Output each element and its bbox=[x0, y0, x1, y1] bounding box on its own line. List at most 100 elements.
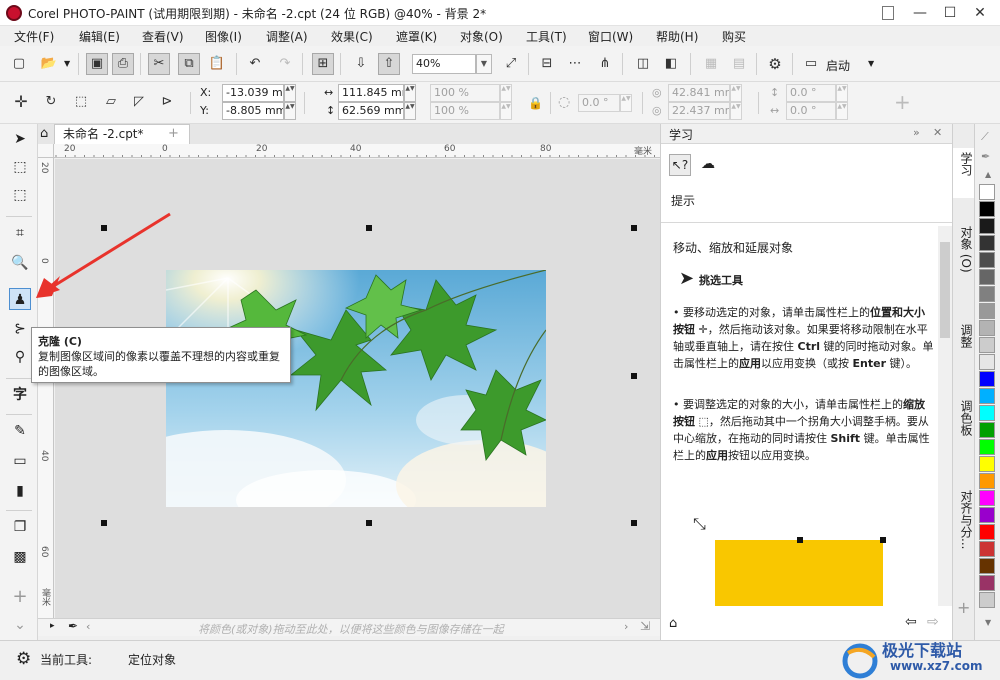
color-swatch[interactable] bbox=[979, 286, 995, 302]
scrollbar-thumb[interactable] bbox=[940, 242, 950, 338]
show-grid-icon[interactable]: ⋯ bbox=[564, 53, 586, 75]
leaf-image-object[interactable] bbox=[166, 270, 546, 507]
add-tool-icon[interactable]: + bbox=[9, 586, 31, 608]
scale-icon[interactable]: ⬚ bbox=[70, 91, 92, 113]
checker-icon[interactable]: ▦ bbox=[700, 53, 722, 75]
color-swatch[interactable] bbox=[979, 354, 995, 370]
color-swatch[interactable] bbox=[979, 524, 995, 540]
mask-marquee-icon[interactable]: ◫ bbox=[632, 53, 654, 75]
app-icon[interactable] bbox=[6, 5, 22, 21]
color-swatch[interactable] bbox=[979, 490, 995, 506]
options-gear-icon[interactable]: ⚙ bbox=[764, 53, 786, 75]
y-spinner[interactable]: ▲▼ bbox=[284, 102, 296, 120]
eyedropper-icon[interactable]: ✒ bbox=[68, 619, 78, 633]
menu-view[interactable]: 查看(V) bbox=[142, 28, 184, 45]
palette-scroll-up-icon[interactable]: ▲ bbox=[985, 170, 991, 179]
color-swatch[interactable] bbox=[979, 337, 995, 353]
selection-handle[interactable] bbox=[366, 520, 372, 526]
paint-tool-icon[interactable]: ✎ bbox=[9, 420, 31, 442]
selection-handle[interactable] bbox=[631, 520, 637, 526]
selection-handle[interactable] bbox=[366, 225, 372, 231]
color-swatch[interactable] bbox=[979, 456, 995, 472]
print-icon[interactable]: ⎙ bbox=[112, 53, 134, 75]
launch-label[interactable]: 启动 bbox=[826, 57, 850, 74]
add-tab-icon[interactable]: + bbox=[957, 598, 970, 617]
center-y-input[interactable]: 22.437 mm bbox=[668, 102, 730, 120]
show-rulers-icon[interactable]: ⊟ bbox=[536, 53, 558, 75]
center-x-input[interactable]: 42.841 mm bbox=[668, 84, 730, 102]
add-icon[interactable]: + bbox=[894, 90, 911, 114]
menu-window[interactable]: 窗口(W) bbox=[588, 28, 633, 45]
color-swatch[interactable] bbox=[979, 541, 995, 557]
height-spinner[interactable]: ▲▼ bbox=[404, 102, 416, 120]
scale-height-input[interactable]: 100 % bbox=[430, 102, 500, 120]
menu-image[interactable]: 图像(I) bbox=[205, 28, 242, 45]
redo-icon[interactable]: ↷ bbox=[274, 53, 296, 75]
rotate-icon[interactable]: ↻ bbox=[40, 91, 62, 113]
tab-align[interactable]: 对齐与分... bbox=[953, 486, 975, 596]
scroll-left-icon[interactable]: ‹ bbox=[86, 620, 90, 633]
docker-scrollbar[interactable] bbox=[938, 226, 952, 606]
lock-ratio-icon[interactable]: 🔒 bbox=[528, 96, 543, 110]
transparency-tool-icon[interactable]: ▩ bbox=[9, 546, 31, 568]
docker-forward-icon[interactable]: ⇨ bbox=[927, 614, 939, 630]
menu-mask[interactable]: 遮罩(K) bbox=[396, 28, 437, 45]
snap-icon[interactable]: ⋔ bbox=[594, 53, 616, 75]
launch-dropdown-icon[interactable]: ▼ bbox=[868, 59, 874, 68]
color-swatch[interactable] bbox=[979, 507, 995, 523]
scroll-right-icon[interactable]: › bbox=[624, 620, 628, 633]
docker-collapse-icon[interactable]: » bbox=[913, 126, 920, 139]
pin-icon[interactable] bbox=[882, 6, 894, 20]
menu-help[interactable]: 帮助(H) bbox=[656, 28, 698, 45]
color-swatch[interactable] bbox=[979, 592, 995, 608]
home-icon[interactable]: ⌂ bbox=[40, 126, 48, 141]
color-swatch[interactable] bbox=[979, 269, 995, 285]
color-swatch[interactable] bbox=[979, 218, 995, 234]
zoom-tool-icon[interactable]: 🔍 bbox=[9, 252, 31, 274]
checker-2-icon[interactable]: ▤ bbox=[728, 53, 750, 75]
palette-eyedropper-icon[interactable]: ⟋ bbox=[981, 130, 989, 144]
tab-objects[interactable]: 对象 (O) bbox=[953, 222, 975, 300]
mask-transform-tool-icon[interactable]: ⬚ bbox=[9, 184, 31, 206]
launch-icon[interactable]: ▭ bbox=[800, 53, 822, 75]
status-gear-icon[interactable]: ⚙ bbox=[16, 649, 31, 669]
selection-handle[interactable] bbox=[631, 373, 637, 379]
zoom-level-input[interactable]: 40% bbox=[412, 54, 476, 74]
text-tool-icon[interactable]: 字 bbox=[9, 384, 31, 406]
crop-tool-icon[interactable]: ⌗ bbox=[9, 222, 31, 244]
menu-edit[interactable]: 编辑(E) bbox=[79, 28, 120, 45]
color-swatch[interactable] bbox=[979, 320, 995, 336]
x-position-input[interactable]: -13.039 mr bbox=[222, 84, 284, 102]
distort-icon[interactable]: ◸ bbox=[128, 91, 150, 113]
undo-icon[interactable]: ↶ bbox=[244, 53, 266, 75]
skew-v-input[interactable]: 0.0 ° bbox=[786, 102, 836, 120]
color-swatch[interactable] bbox=[979, 558, 995, 574]
skew-h-input[interactable]: 0.0 ° bbox=[786, 84, 836, 102]
palette-scroll-down-icon[interactable]: ▼ bbox=[985, 618, 991, 627]
eraser-tool-icon[interactable]: ▮ bbox=[9, 480, 31, 502]
rectangle-mask-tool-icon[interactable]: ⬚ bbox=[9, 156, 31, 178]
save-icon[interactable]: ▣ bbox=[86, 53, 108, 75]
color-swatch[interactable] bbox=[979, 388, 995, 404]
scale-width-spinner[interactable]: ▲▼ bbox=[500, 84, 512, 102]
tab-palette[interactable]: 调色板 bbox=[953, 396, 975, 466]
color-swatch[interactable] bbox=[979, 252, 995, 268]
position-size-icon[interactable]: ✛ bbox=[10, 91, 32, 113]
eyedropper-tool-icon[interactable]: ⚲ bbox=[9, 346, 31, 368]
clone-tool-icon[interactable]: ♟ bbox=[9, 288, 31, 310]
center-y-spinner[interactable]: ▲▼ bbox=[730, 102, 742, 120]
new-document-icon[interactable]: ▢ bbox=[8, 53, 30, 75]
menu-object[interactable]: 对象(O) bbox=[460, 28, 503, 45]
skew-icon[interactable]: ▱ bbox=[100, 91, 122, 113]
strip-expand-icon[interactable]: ▸ bbox=[50, 621, 55, 631]
color-swatch[interactable] bbox=[979, 473, 995, 489]
horizontal-ruler[interactable]: 20 0 20 40 60 80 毫米 bbox=[54, 144, 660, 158]
close-button[interactable]: ✕ bbox=[960, 0, 1000, 26]
toolbox-scroll-icon[interactable]: ⌄ bbox=[9, 614, 31, 636]
y-position-input[interactable]: -8.805 mm bbox=[222, 102, 284, 120]
strip-options-icon[interactable]: ⇲ bbox=[640, 619, 650, 633]
perspective-icon[interactable]: ⊳ bbox=[156, 91, 178, 113]
menu-file[interactable]: 文件(F) bbox=[14, 28, 54, 45]
scale-width-input[interactable]: 100 % bbox=[430, 84, 500, 102]
open-dropdown-icon[interactable]: ▼ bbox=[64, 59, 70, 68]
